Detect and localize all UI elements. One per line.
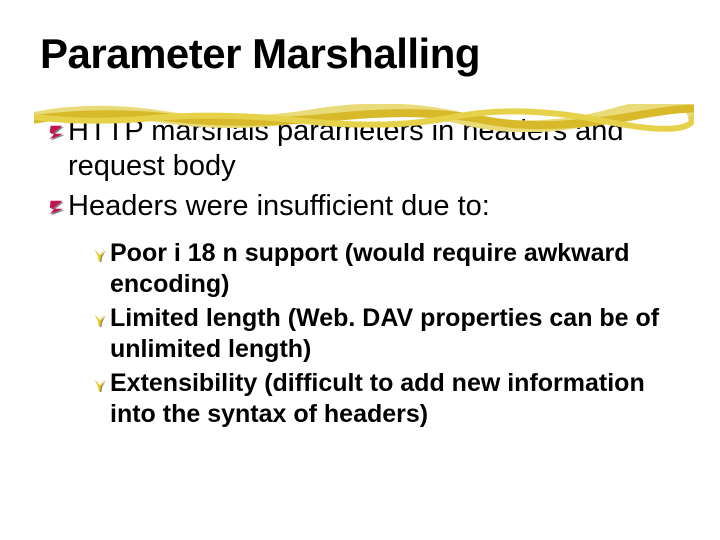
y-bullet-icon (90, 240, 108, 268)
z-bullet-icon (46, 191, 66, 223)
slide-title: Parameter Marshalling (40, 32, 680, 76)
list-item: Extensibility (difficult to add new info… (90, 368, 680, 429)
y-bullet-icon (90, 370, 108, 398)
title-area: Parameter Marshalling (40, 32, 680, 76)
list-item: Limited length (Web. DAV properties can … (90, 303, 680, 364)
list-item: Headers were insufficient due to: (46, 189, 680, 224)
sub-bullet-text: Limited length (Web. DAV properties can … (110, 303, 680, 364)
slide: Parameter Marshalling HTTP marshals para… (0, 0, 720, 540)
bullet-text: Headers were insufficient due to: (68, 189, 680, 224)
list-item: Poor i 18 n support (would require awkwa… (90, 238, 680, 299)
y-bullet-icon (90, 305, 108, 333)
sub-bullet-text: Extensibility (difficult to add new info… (110, 368, 680, 429)
sub-bullet-text: Poor i 18 n support (would require awkwa… (110, 238, 680, 299)
list-item: HTTP marshals parameters in headers and … (46, 114, 680, 185)
sub-bullet-list: Poor i 18 n support (would require awkwa… (90, 238, 680, 429)
bullet-text: HTTP marshals parameters in headers and … (68, 114, 680, 185)
main-bullet-list: HTTP marshals parameters in headers and … (46, 114, 680, 429)
z-bullet-icon (46, 116, 66, 148)
